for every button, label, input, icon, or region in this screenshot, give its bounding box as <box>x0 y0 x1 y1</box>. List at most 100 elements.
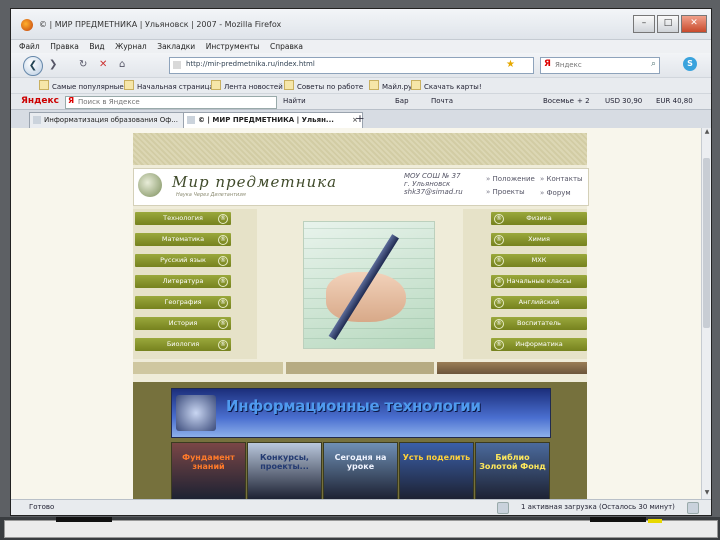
scroll-down-icon[interactable]: ▼ <box>702 489 711 499</box>
bookmark-icon <box>211 80 221 90</box>
slide-bottom-bar <box>0 517 720 540</box>
thumb-today-lesson[interactable]: Сегодня на уроке <box>323 442 398 499</box>
header-link-contacts[interactable]: Контакты <box>540 175 583 183</box>
menu-bullet-icon: ® <box>218 340 228 350</box>
thumb-library[interactable]: Библио Золотой Фонд <box>475 442 550 499</box>
divider-strip <box>133 362 283 374</box>
window-title: © | МИР ПРЕДМЕТНИКА | Ульяновск | 2007 -… <box>39 20 282 29</box>
menu-item-physics[interactable]: ® Физика <box>491 212 587 225</box>
menu-item-history[interactable]: История ® <box>135 317 231 330</box>
it-banner[interactable]: Информационные технологии <box>171 388 551 438</box>
menu-bullet-icon: ® <box>218 277 228 287</box>
menu-tools[interactable]: Инструменты <box>206 40 260 53</box>
skype-icon[interactable]: S <box>683 57 697 71</box>
maximize-button[interactable]: □ <box>657 15 679 33</box>
bookmark-item[interactable]: Начальная страница <box>124 80 214 91</box>
weather-city[interactable]: Восемье <box>543 97 574 105</box>
menu-item-primary[interactable]: ® Начальные классы <box>491 275 587 288</box>
bookmark-item[interactable]: Скачать карты! <box>411 80 482 91</box>
header-link-forum[interactable]: Форум <box>540 189 571 197</box>
yandex-search-icon: Я <box>544 59 551 69</box>
menu-item-technology[interactable]: Технология ® <box>135 212 231 225</box>
bookmark-item[interactable]: Самые популярные <box>39 80 124 91</box>
title-bar: © | МИР ПРЕДМЕТНИКА | Ульяновск | 2007 -… <box>11 9 711 40</box>
site-logo-subtitle: Наука Через Дилетантизм <box>176 192 246 198</box>
home-button[interactable]: ⌂ <box>119 59 125 70</box>
yandex-search-input[interactable] <box>78 97 268 107</box>
firefox-icon <box>21 19 33 31</box>
vertical-scrollbar[interactable]: ▲ ▼ <box>701 128 711 499</box>
stop-button[interactable]: ✕ <box>99 59 107 70</box>
menu-item-educator[interactable]: ® Воспитатель <box>491 317 587 330</box>
menu-bullet-icon: ® <box>218 319 228 329</box>
menu-item-informatics[interactable]: ® Информатика <box>491 338 587 351</box>
page-viewport: Мир предметника Наука Через Дилетантизм … <box>11 128 701 499</box>
menu-item-mhk[interactable]: ® МХК <box>491 254 587 267</box>
globe-logo-icon <box>138 173 162 197</box>
addon-icon[interactable] <box>687 502 699 514</box>
header-link-projects[interactable]: Проекты <box>486 188 525 196</box>
close-button[interactable]: ✕ <box>681 15 707 33</box>
menu-history[interactable]: Журнал <box>115 40 147 53</box>
menu-bullet-icon: ® <box>218 235 228 245</box>
bookmark-item[interactable]: Майл.ру <box>369 80 412 91</box>
bookmark-icon <box>411 80 421 90</box>
back-button[interactable]: ❮ <box>23 56 43 76</box>
menu-edit[interactable]: Правка <box>50 40 79 53</box>
yandex-find-button[interactable]: Найти <box>283 97 306 105</box>
thumb-fundament[interactable]: Фундамент знаний <box>171 442 246 499</box>
it-banner-title: Информационные технологии <box>226 397 481 415</box>
school-email[interactable]: shk37@simad.ru <box>404 188 463 196</box>
menu-item-biology[interactable]: Биология ® <box>135 338 231 351</box>
bookmark-icon <box>369 80 379 90</box>
menu-view[interactable]: Вид <box>89 40 104 53</box>
school-city: г. Ульяновск <box>404 180 451 188</box>
tab-bar: Информатизация образования Оф... × © | М… <box>11 109 711 128</box>
yandex-search-box[interactable]: Я <box>65 96 277 109</box>
page-favicon <box>173 61 181 69</box>
yandex-bar-button[interactable]: Бар <box>395 97 409 105</box>
menu-item-russian[interactable]: Русский язык ® <box>135 254 231 267</box>
tab-mir-predmetnika[interactable]: © | МИР ПРЕДМЕТНИКА | Ульян... × <box>183 112 363 128</box>
menu-item-geography[interactable]: География ® <box>135 296 231 309</box>
site-header: Мир предметника Наука Через Дилетантизм … <box>133 168 589 206</box>
reload-button[interactable]: ↻ <box>79 59 87 70</box>
bookmark-icon <box>39 80 49 90</box>
header-link-polozhenie[interactable]: Положение <box>486 175 535 183</box>
minimize-button[interactable]: – <box>633 15 655 33</box>
menu-item-math[interactable]: Математика ® <box>135 233 231 246</box>
status-text: Готово <box>29 503 55 511</box>
bookmark-star-icon[interactable]: ★ <box>506 59 515 70</box>
menu-bookmarks[interactable]: Закладки <box>157 40 195 53</box>
site-logo[interactable]: Мир предметника <box>172 173 337 191</box>
scroll-up-icon[interactable]: ▲ <box>702 128 711 138</box>
menu-item-english[interactable]: ® Английский <box>491 296 587 309</box>
yandex-mail-button[interactable]: Почта <box>431 97 453 105</box>
new-tab-button[interactable]: + <box>353 113 367 126</box>
website: Мир предметника Наука Через Дилетантизм … <box>133 133 589 499</box>
menu-item-chemistry[interactable]: ® Химия <box>491 233 587 246</box>
thumb-share[interactable]: Усть поделить <box>399 442 474 499</box>
download-status[interactable]: 1 активная загрузка (Осталось 30 минут) <box>521 503 675 511</box>
menu-bar: Файл Правка Вид Журнал Закладки Инструме… <box>11 40 711 53</box>
search-input[interactable] <box>555 59 635 70</box>
menu-item-literature[interactable]: Литература ® <box>135 275 231 288</box>
search-go-icon[interactable]: ⌕ <box>651 59 656 69</box>
right-subject-menu: ® Физика ® Химия ® МХК ® Начальные классы ® А… <box>463 209 587 359</box>
bookmark-item[interactable]: Советы по работе <box>284 80 363 91</box>
scrollbar-thumb[interactable] <box>703 158 710 328</box>
hand-writing-image <box>303 221 435 349</box>
search-box[interactable]: Я ⌕ <box>540 57 660 74</box>
download-icon[interactable] <box>497 502 509 514</box>
thumb-contests[interactable]: Конкурсы, проекты... <box>247 442 322 499</box>
yandex-logo[interactable]: Яндекс <box>21 96 59 106</box>
forward-button[interactable]: ❯ <box>49 59 57 70</box>
menu-help[interactable]: Справка <box>270 40 303 53</box>
menu-bullet-icon: ® <box>494 214 504 224</box>
tab-informatization[interactable]: Информатизация образования Оф... × <box>29 112 195 128</box>
menu-file[interactable]: Файл <box>19 40 40 53</box>
menu-bullet-icon: ® <box>494 340 504 350</box>
address-bar[interactable]: http://mir-predmetnika.ru/index.html ★ <box>169 57 534 74</box>
bookmark-item[interactable]: Лента новостей <box>211 80 283 91</box>
tab-favicon <box>187 116 195 124</box>
